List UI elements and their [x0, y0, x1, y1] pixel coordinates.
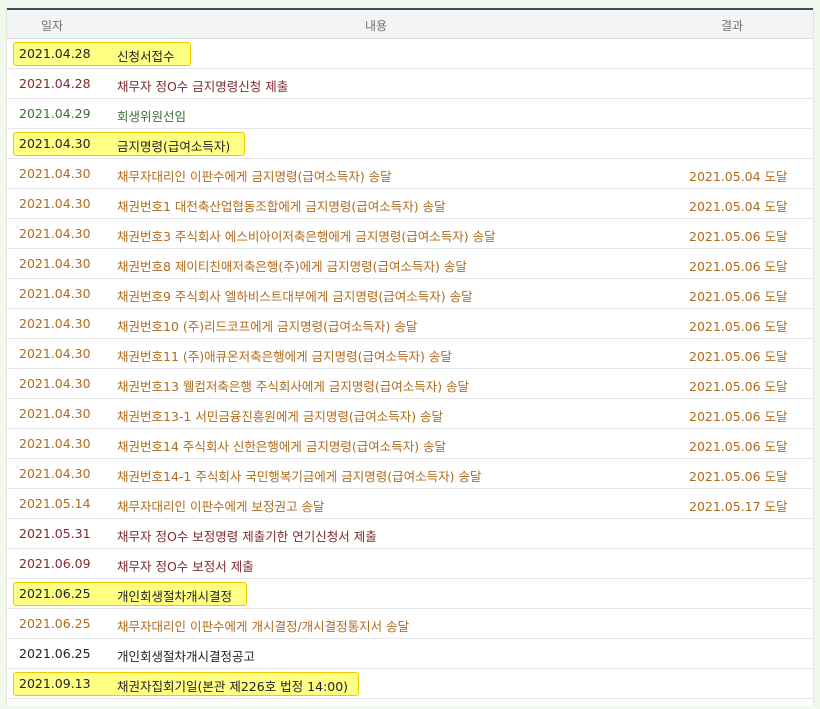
row-result: 2021.05.06 도달: [689, 289, 788, 304]
row-date: 2021.04.29: [19, 106, 91, 121]
row-content: 채권번호3 주식회사 에스비아이저축은행에게 금지명령(급여소득자) 송달: [117, 229, 496, 244]
header-result: 결과: [721, 19, 744, 33]
row-content: 채무자대리인 이판수에게 개시결정/개시결정통지서 송달: [117, 619, 410, 634]
row-content: 채무자 정O수 보정서 제출: [117, 559, 254, 574]
row-content: 채권번호14-1 주식회사 국민행복기금에게 금지명령(급여소득자) 송달: [117, 469, 482, 484]
row-content: 채권번호8 제이티친애저축은행(주)에게 금지명령(급여소득자) 송달: [117, 259, 467, 274]
row-result: 2021.05.06 도달: [689, 409, 788, 424]
table-row: 2021.04.30 채권번호3 주식회사 에스비아이저축은행에게 금지명령(급…: [7, 219, 813, 249]
row-result: 2021.05.04 도달: [689, 169, 788, 184]
row-date: 2021.04.30: [19, 316, 91, 331]
row-result: 2021.05.06 도달: [689, 379, 788, 394]
row-date: 2021.04.30: [19, 286, 91, 301]
row-result: 2021.05.06 도달: [689, 469, 788, 484]
header-content: 내용: [365, 19, 388, 33]
row-date: 2021.04.30: [19, 436, 91, 451]
row-result: 2021.05.06 도달: [689, 349, 788, 364]
row-date: 2021.04.30: [19, 376, 91, 391]
row-content: 채권번호9 주식회사 엘하비스트대부에게 금지명령(급여소득자) 송달: [117, 289, 473, 304]
table-row: 2021.04.30 채권번호13-1 서민금융진흥원에게 금지명령(급여소득자…: [7, 399, 813, 429]
table-row: 2021.04.30 채무자대리인 이판수에게 금지명령(급여소득자) 송달 2…: [7, 159, 813, 189]
table-row: 2021.04.30 채권번호9 주식회사 엘하비스트대부에게 금지명령(급여소…: [7, 279, 813, 309]
row-content: 채권자집회기일(본관 제226호 법정 14:00): [117, 679, 349, 694]
table-row: 2021.04.30 채권번호14 주식회사 신한은행에게 금지명령(급여소득자…: [7, 429, 813, 459]
row-content: 회생위원선임: [117, 109, 187, 124]
row-content: 채권번호13 웰컴저축은행 주식회사에게 금지명령(급여소득자) 송달: [117, 379, 470, 394]
row-date: 2021.04.30: [19, 226, 91, 241]
row-content: 채권번호14 주식회사 신한은행에게 금지명령(급여소득자) 송달: [117, 439, 447, 454]
row-date: 2021.04.30: [19, 166, 91, 181]
row-result: 2021.05.06 도달: [689, 259, 788, 274]
row-result: 2021.05.04 도달: [689, 199, 788, 214]
table-row: 2021.04.30 채권번호14-1 주식회사 국민행복기금에게 금지명령(급…: [7, 459, 813, 489]
table-row: 2021.04.30 채권번호13 웰컴저축은행 주식회사에게 금지명령(급여소…: [7, 369, 813, 399]
row-content: 개인회생절차개시결정공고: [117, 649, 256, 664]
row-result: 2021.05.06 도달: [689, 229, 788, 244]
row-result: 2021.05.17 도달: [689, 499, 788, 514]
row-content: 신청서접수: [117, 49, 175, 64]
row-result: 2021.05.06 도달: [689, 319, 788, 334]
row-date: 2021.04.30: [19, 346, 91, 361]
table-row: 2021.04.28 신청서접수: [7, 39, 813, 69]
row-content: 금지명령(급여소득자): [117, 139, 231, 154]
table-row: 2021.06.25 개인회생절차개시결정: [7, 579, 813, 609]
table-row: 2021.09.13 채권자집회기일(본관 제226호 법정 14:00): [7, 669, 813, 699]
row-content: 채무자 정O수 금지명령신청 제출: [117, 79, 289, 94]
table-header: 일자 내용 결과: [7, 8, 813, 39]
row-content: 채무자대리인 이판수에게 금지명령(급여소득자) 송달: [117, 169, 392, 184]
row-content: 채권번호10 (주)리드코프에게 금지명령(급여소득자) 송달: [117, 319, 418, 334]
row-date: 2021.04.28: [19, 76, 91, 91]
table-row: 2021.05.14 채무자대리인 이판수에게 보정권고 송달 2021.05.…: [7, 489, 813, 519]
table-row: 2021.06.25 개인회생절차개시결정공고: [7, 639, 813, 669]
row-content: 채권번호1 대전축산업협동조합에게 금지명령(급여소득자) 송달: [117, 199, 446, 214]
table-row: 2021.04.30 채권번호8 제이티친애저축은행(주)에게 금지명령(급여소…: [7, 249, 813, 279]
row-date: 2021.04.30: [19, 196, 91, 211]
row-content: 채권번호13-1 서민금융진흥원에게 금지명령(급여소득자) 송달: [117, 409, 444, 424]
header-date: 일자: [41, 19, 64, 33]
row-date: 2021.04.30: [19, 256, 91, 271]
row-date: 2021.05.31: [19, 526, 91, 541]
row-date: 2021.04.30: [19, 466, 91, 481]
table-row: 2021.04.29 회생위원선임: [7, 99, 813, 129]
table-row: 2021.04.30 금지명령(급여소득자): [7, 129, 813, 159]
table-row: 2021.04.30 채권번호1 대전축산업협동조합에게 금지명령(급여소득자)…: [7, 189, 813, 219]
table-row: 2021.04.30 채권번호10 (주)리드코프에게 금지명령(급여소득자) …: [7, 309, 813, 339]
row-content: 채무자대리인 이판수에게 보정권고 송달: [117, 499, 325, 514]
row-date: 2021.06.25: [19, 646, 91, 661]
row-date: 2021.04.28: [19, 46, 91, 61]
table-row: 2021.04.28 채무자 정O수 금지명령신청 제출: [7, 69, 813, 99]
row-date: 2021.04.30: [19, 406, 91, 421]
row-content: 채권번호11 (주)애큐온저축은행에게 금지명령(급여소득자) 송달: [117, 349, 452, 364]
row-result: 2021.05.06 도달: [689, 439, 788, 454]
row-content: 개인회생절차개시결정: [117, 589, 233, 604]
row-content: 채무자 정O수 보정명령 제출기한 연기신청서 제출: [117, 529, 377, 544]
table-row: 2021.06.09 채무자 정O수 보정서 제출: [7, 549, 813, 579]
table-row: 2021.05.31 채무자 정O수 보정명령 제출기한 연기신청서 제출: [7, 519, 813, 549]
row-date: 2021.05.14: [19, 496, 91, 511]
case-history-table: 일자 내용 결과 2021.04.28 신청서접수 2021.04.28 채무자…: [6, 8, 814, 706]
row-date: 2021.06.25: [19, 586, 91, 601]
row-date: 2021.09.13: [19, 676, 91, 691]
table-row: 2021.06.25 채무자대리인 이판수에게 개시결정/개시결정통지서 송달: [7, 609, 813, 639]
row-date: 2021.04.30: [19, 136, 91, 151]
row-date: 2021.06.25: [19, 616, 91, 631]
table-row: 2021.04.30 채권번호11 (주)애큐온저축은행에게 금지명령(급여소득…: [7, 339, 813, 369]
row-date: 2021.06.09: [19, 556, 91, 571]
